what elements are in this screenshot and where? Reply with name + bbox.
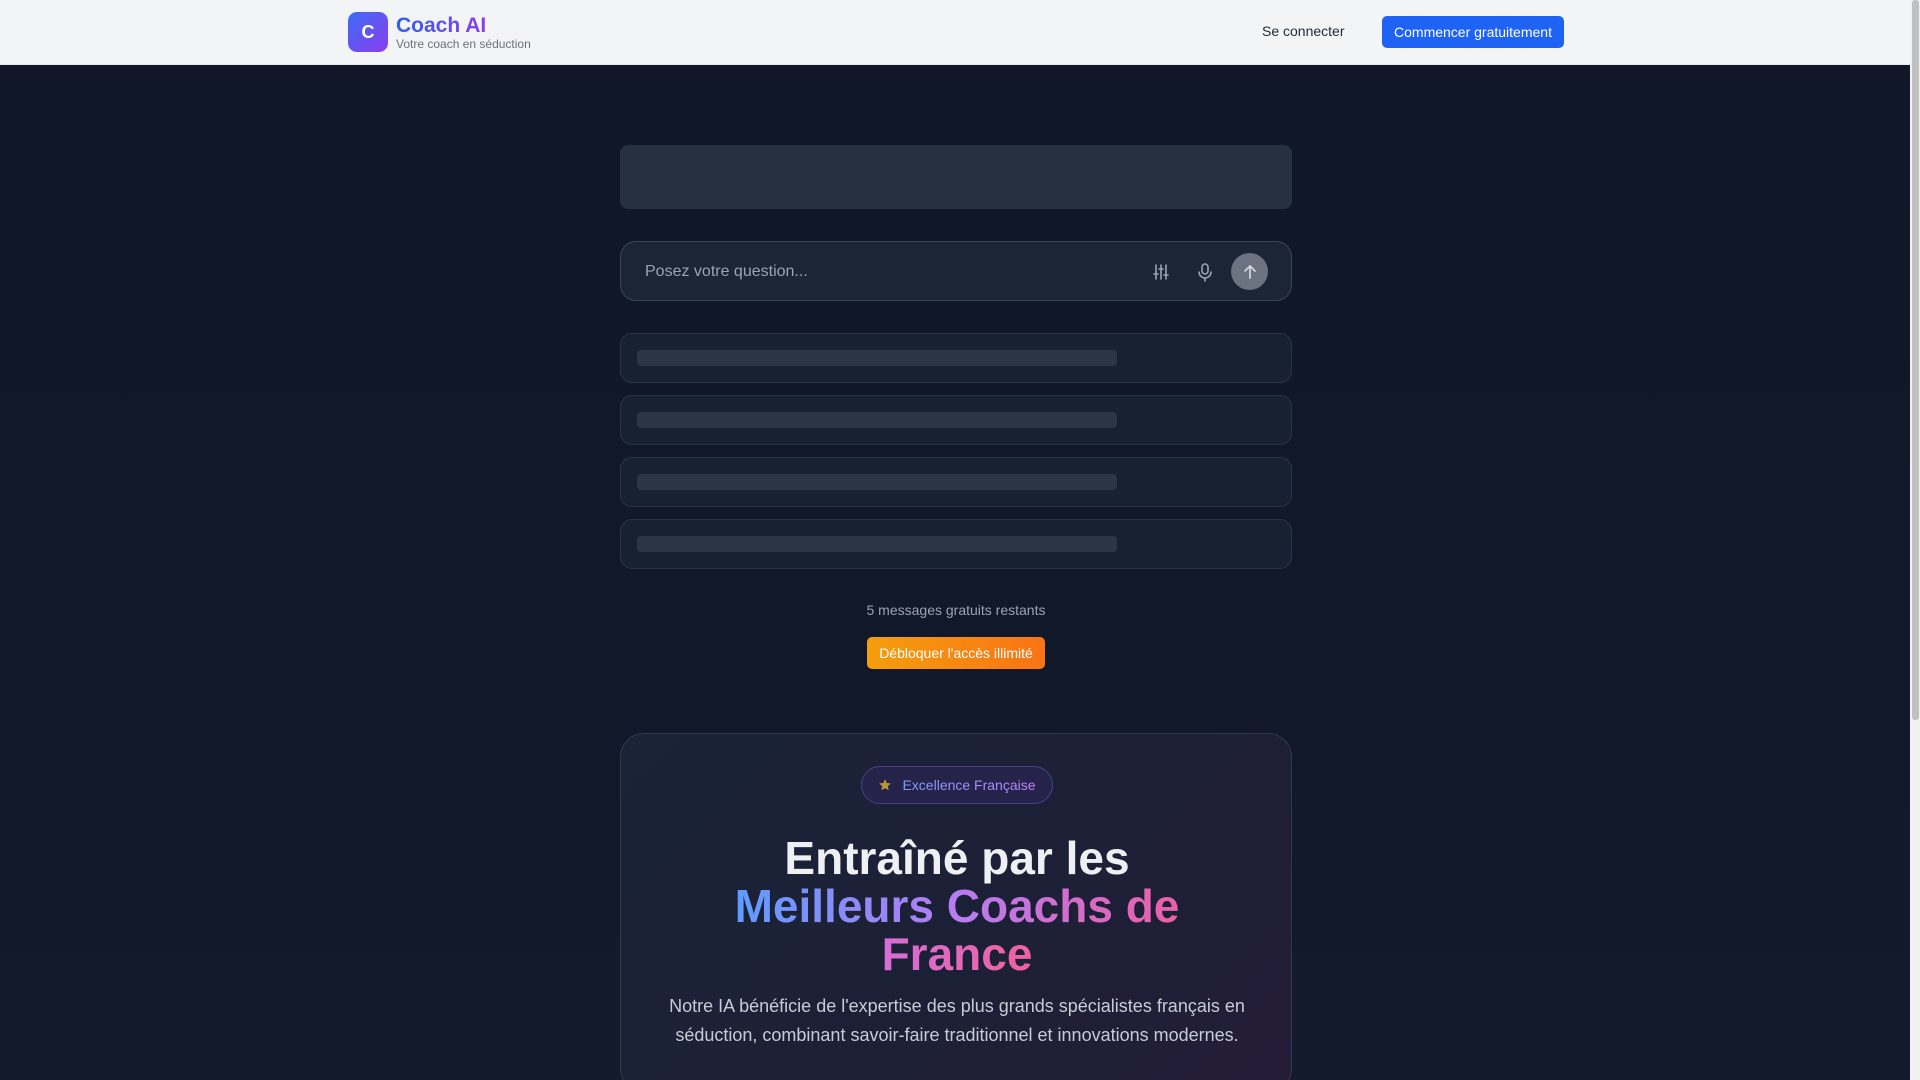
headline-line-2: Meilleurs Coachs de — [734, 880, 1180, 932]
headline-line-3: France — [881, 928, 1033, 980]
excellence-badge: Excellence Française — [861, 766, 1053, 804]
scrollbar-thumb[interactable] — [1912, 0, 1919, 720]
feature-headline: Entraîné par les Meilleurs Coachs de Fra… — [621, 834, 1293, 978]
brand-title[interactable]: Coach AI — [396, 14, 486, 38]
badge-label: Excellence Française — [902, 777, 1036, 793]
chat-input-container — [620, 241, 1292, 301]
feature-description: Notre IA bénéficie de l'expertise des pl… — [669, 996, 1245, 1045]
skeleton-bar — [637, 474, 1117, 490]
microphone-icon[interactable] — [1191, 258, 1219, 286]
star-icon — [879, 779, 892, 791]
skeleton-bar — [637, 536, 1117, 552]
top-navbar: C Coach AI Votre coach en séduction Se c… — [0, 0, 1910, 65]
unlock-access-button[interactable]: Débloquer l'accès illimité — [867, 637, 1045, 669]
remaining-messages-text: 5 messages gratuits restants — [866, 602, 1046, 618]
settings-sliders-icon[interactable] — [1147, 258, 1175, 286]
question-input[interactable] — [645, 259, 1125, 285]
brand-subtitle: Votre coach en séduction — [396, 37, 531, 51]
arrow-up-icon — [1243, 264, 1256, 279]
suggestion-skeleton — [620, 519, 1292, 569]
suggestion-skeleton — [620, 333, 1292, 383]
logo-icon[interactable]: C — [348, 12, 388, 52]
skeleton-bar — [637, 350, 1117, 366]
loading-placeholder — [620, 145, 1292, 209]
page: C Coach AI Votre coach en séduction Se c… — [0, 0, 1910, 1080]
start-free-button[interactable]: Commencer gratuitement — [1382, 16, 1564, 48]
suggestion-skeleton — [620, 395, 1292, 445]
suggestion-skeleton — [620, 457, 1292, 507]
login-link[interactable]: Se connecter — [1262, 23, 1345, 39]
send-button[interactable] — [1231, 253, 1268, 290]
feature-card: Excellence Française Entraîné par les Me… — [620, 733, 1292, 1080]
headline-line-1: Entraîné par les — [784, 832, 1130, 884]
skeleton-bar — [637, 412, 1117, 428]
